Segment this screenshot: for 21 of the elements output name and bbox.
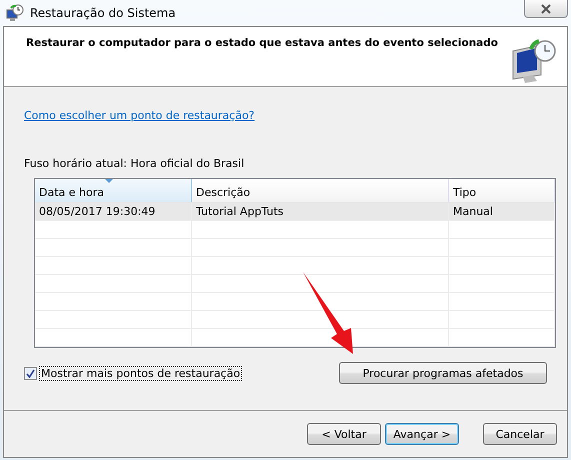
window-title: Restauração do Sistema [30, 6, 176, 20]
dialog-button[interactable]: Cancelar [483, 423, 557, 445]
restore-icon [6, 4, 24, 22]
dialog-button[interactable]: Avançar > [385, 423, 459, 445]
column-header[interactable]: Descrição [192, 179, 448, 202]
sort-arrow-icon [105, 179, 113, 183]
scan-programs-button[interactable]: Procurar programas afetados [339, 362, 547, 384]
help-link[interactable]: Como escolher um ponto de restauração? [24, 109, 255, 122]
table-row[interactable]: 08/05/2017 19:30:49 Tutorial AppTuts Manual [35, 202, 554, 220]
checkbox-label[interactable]: Mostrar mais pontos de restauração [39, 366, 242, 380]
column-header[interactable]: Data e hora [35, 179, 192, 202]
close-button[interactable] [524, 0, 568, 18]
checkbox[interactable] [24, 366, 37, 380]
table-cell: 08/05/2017 19:30:49 [35, 202, 192, 220]
table-cell: Tutorial AppTuts [192, 202, 448, 220]
table-cell: Manual [448, 202, 554, 220]
heading-text: Restaurar o computador para o estado que estava antes do evento selecionado [26, 37, 498, 51]
dialog-button[interactable]: < Voltar [307, 423, 381, 445]
column-header[interactable]: Tipo [448, 179, 554, 202]
time-zone-label: Fuso horário atual: Hora oficial do Brasil [24, 157, 246, 170]
close-icon[interactable] [540, 4, 552, 14]
